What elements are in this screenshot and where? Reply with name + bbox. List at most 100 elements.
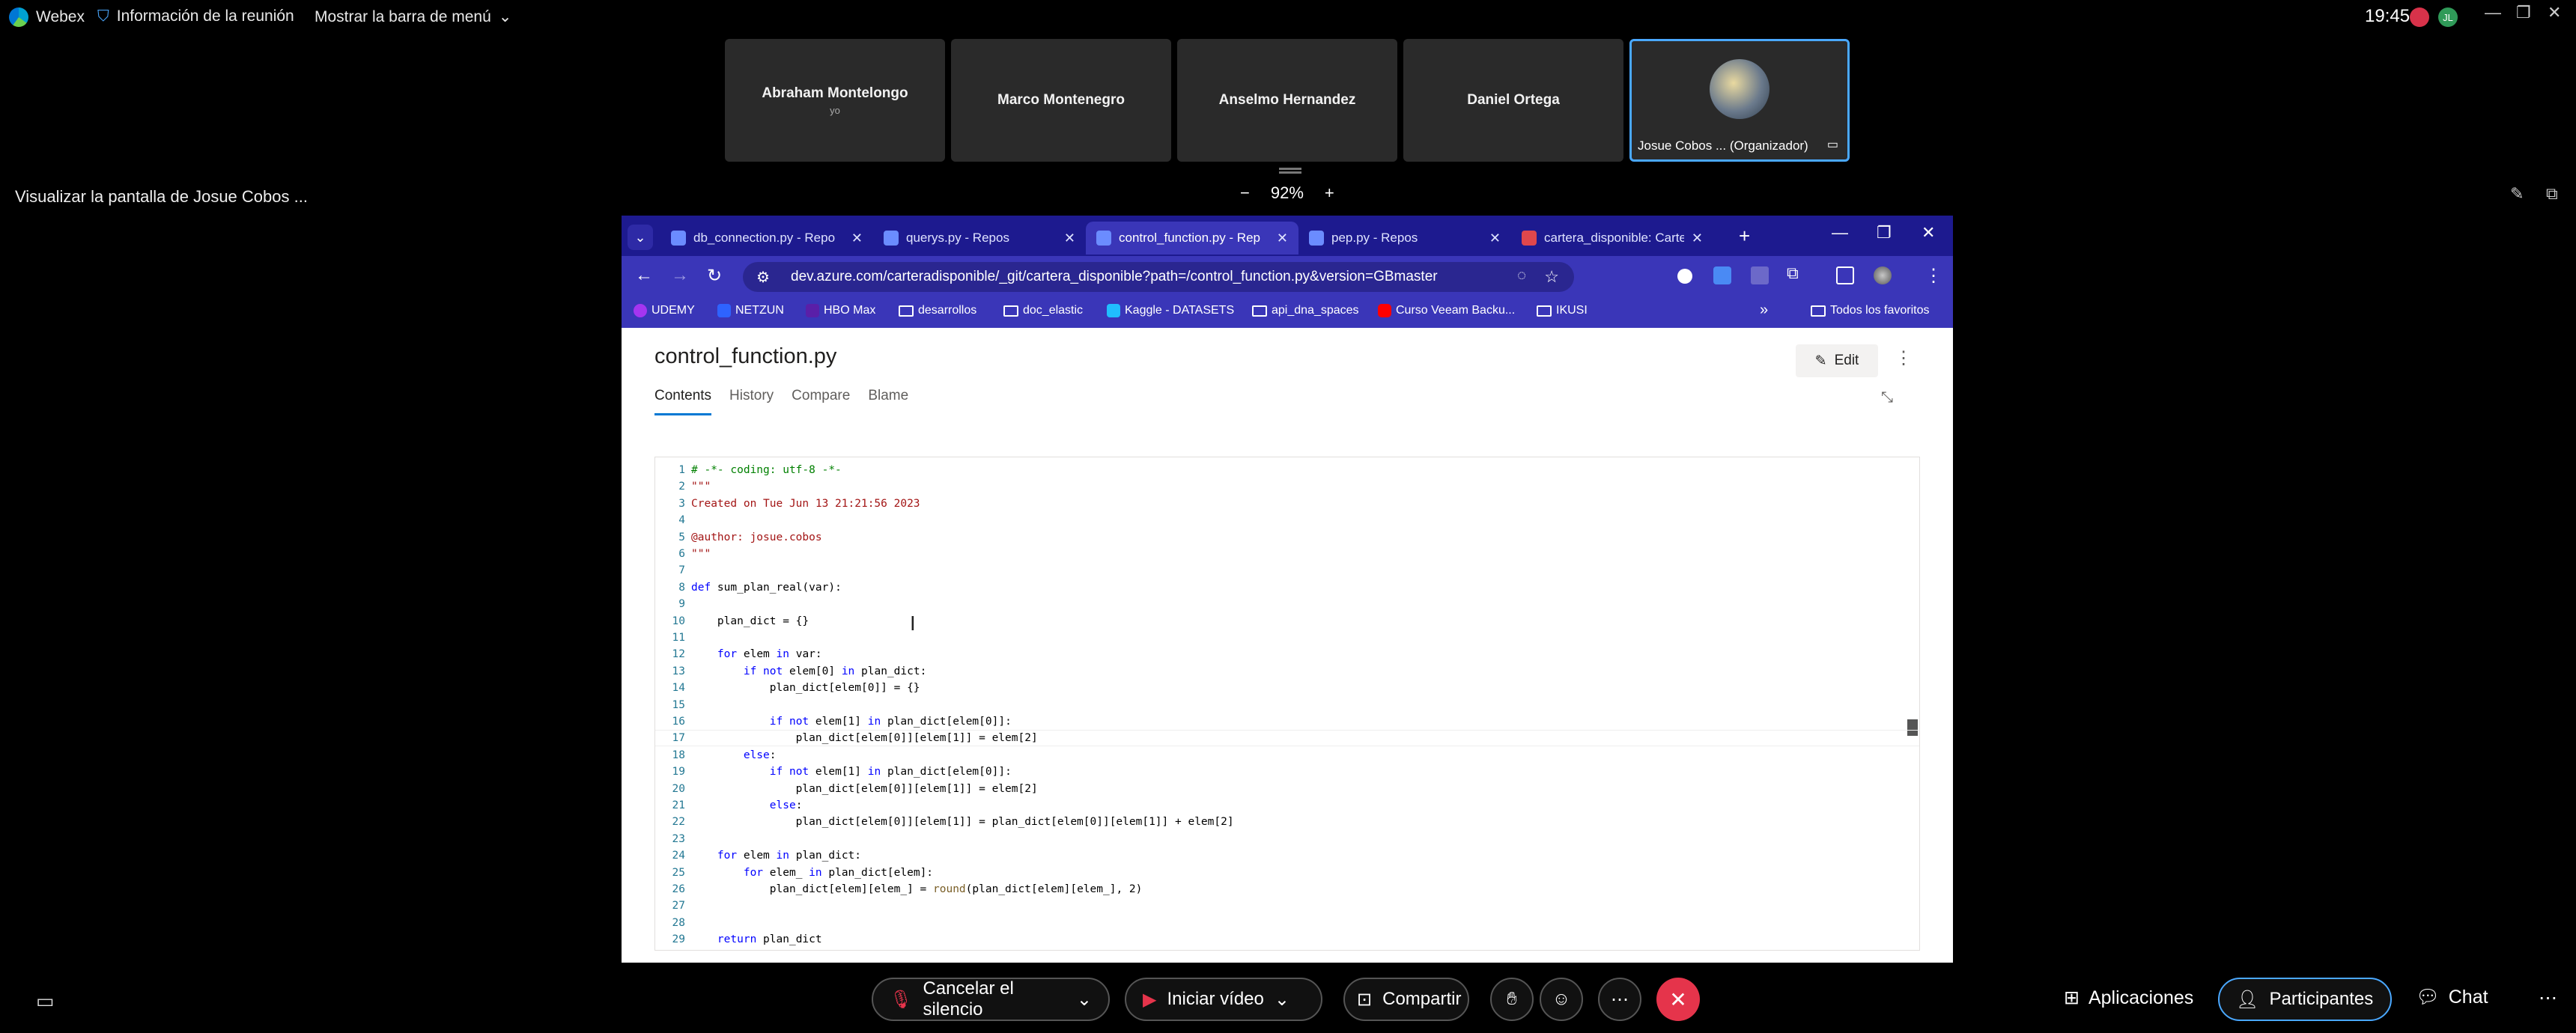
tab-contents[interactable]: Contents xyxy=(654,388,712,415)
captions-icon[interactable]: ▭ xyxy=(36,990,55,1013)
bookmark-folder[interactable]: doc_elastic xyxy=(1003,304,1083,317)
bookmark-star-icon[interactable]: ☆ xyxy=(1544,267,1559,287)
more-options-button[interactable]: ⋯ xyxy=(1598,978,1641,1021)
browser-tab[interactable]: querys.py - Repos ✕ xyxy=(873,222,1086,255)
code-line[interactable]: 12 for elem in var: xyxy=(655,646,1919,662)
reactions-button[interactable]: ☺ xyxy=(1540,978,1583,1021)
forward-button[interactable]: → xyxy=(671,265,689,286)
restore-window-button[interactable]: ❐ xyxy=(2516,3,2531,22)
participant-tile[interactable]: Abraham Montelongo yo xyxy=(725,39,945,162)
reader-extension-icon[interactable] xyxy=(1751,266,1769,284)
participant-tile[interactable]: Anselmo Hernandez xyxy=(1177,39,1397,162)
code-line[interactable]: 28 xyxy=(655,915,1919,931)
close-tab-icon[interactable]: ✕ xyxy=(1277,231,1288,246)
profile-avatar[interactable] xyxy=(1874,266,1892,284)
tab-history[interactable]: History xyxy=(729,388,774,415)
code-line[interactable]: 6 """ xyxy=(655,546,1919,562)
close-tab-icon[interactable]: ✕ xyxy=(1692,231,1703,246)
close-tab-icon[interactable]: ✕ xyxy=(1489,231,1501,246)
eye-off-icon[interactable]: ◌ xyxy=(1517,267,1526,284)
bookmark-item[interactable]: UDEMY xyxy=(634,304,695,317)
code-line[interactable]: 8 def sum_plan_real(var): xyxy=(655,579,1919,596)
all-favorites-folder[interactable]: Todos los favoritos xyxy=(1811,304,1930,317)
zoom-in-button[interactable]: + xyxy=(1325,183,1334,203)
code-line[interactable]: 22 plan_dict[elem[0]][elem[1]] = plan_di… xyxy=(655,814,1919,830)
code-line[interactable]: 4 xyxy=(655,512,1919,528)
back-button[interactable]: ← xyxy=(635,265,653,286)
tab-blame[interactable]: Blame xyxy=(868,388,908,415)
close-tab-icon[interactable]: ✕ xyxy=(1064,231,1075,246)
browser-close-button[interactable]: ✕ xyxy=(1922,223,1935,243)
code-line[interactable]: 23 xyxy=(655,831,1919,847)
meeting-info-button[interactable]: ⛉ Información de la reunión xyxy=(97,7,294,25)
code-line[interactable]: 13 if not elem[0] in plan_dict: xyxy=(655,663,1919,680)
code-line[interactable]: 1 # -*- coding: utf-8 -*- xyxy=(655,462,1919,478)
code-line[interactable]: 18 else: xyxy=(655,747,1919,764)
code-line[interactable]: 11 xyxy=(655,630,1919,646)
show-menu-bar-button[interactable]: Mostrar la barra de menú ⌄ xyxy=(315,7,511,26)
raise-hand-button[interactable]: ✋︎ xyxy=(1490,978,1534,1021)
browser-tab[interactable]: pep.py - Repos ✕ xyxy=(1298,222,1511,255)
bookmark-item[interactable]: HBO Max xyxy=(806,304,875,317)
popout-screen-icon[interactable]: ⧉ xyxy=(2546,184,2558,204)
close-window-button[interactable]: ✕ xyxy=(2548,3,2561,22)
code-line[interactable]: 21 else: xyxy=(655,797,1919,814)
address-bar[interactable]: ⚙ dev.azure.com/carteradisponible/_git/c… xyxy=(743,262,1574,292)
apps-button[interactable]: ⊞ Aplicaciones xyxy=(2064,987,2193,1009)
bookmark-folder[interactable]: IKUSI xyxy=(1537,304,1588,317)
end-call-button[interactable]: ✕ xyxy=(1656,978,1700,1021)
bookmark-item[interactable]: Curso Veeam Backu... xyxy=(1378,304,1515,317)
tab-compare[interactable]: Compare xyxy=(792,388,850,415)
code-line[interactable]: 14 plan_dict[elem[0]] = {} xyxy=(655,680,1919,696)
code-line[interactable]: 19 if not elem[1] in plan_dict[elem[0]]: xyxy=(655,764,1919,780)
browser-tab[interactable]: cartera_disponible: Carte ✕ xyxy=(1511,222,1713,255)
code-line[interactable]: 29 return plan_dict xyxy=(655,931,1919,948)
code-line[interactable]: 24 for elem in plan_dict: xyxy=(655,847,1919,864)
more-bookmarks-button[interactable]: » xyxy=(1760,302,1768,319)
translate-extension-icon[interactable] xyxy=(1713,266,1731,284)
participant-tile-active-speaker[interactable]: Josue Cobos ... (Organizador) ▭ xyxy=(1629,39,1850,162)
share-button[interactable]: ⊡ Compartir xyxy=(1343,978,1469,1021)
puzzle-extensions-icon[interactable]: ⧉ xyxy=(1787,263,1805,282)
code-line[interactable]: 26 plan_dict[elem][elem_] = round(plan_d… xyxy=(655,881,1919,898)
unmute-button[interactable]: 🎙︎ Cancelar el silencio ⌄ xyxy=(872,978,1110,1021)
bookmark-folder[interactable]: api_dna_spaces xyxy=(1252,304,1359,317)
code-line[interactable]: 10 plan_dict = {} xyxy=(655,613,1919,630)
code-line[interactable]: 7 xyxy=(655,562,1919,579)
chevron-down-icon[interactable]: ⌄ xyxy=(1077,989,1092,1011)
site-info-icon[interactable]: ⚙ xyxy=(756,268,770,287)
close-tab-icon[interactable]: ✕ xyxy=(851,231,863,246)
collapse-icon[interactable]: ⤡ xyxy=(1881,389,1893,406)
participant-tile[interactable]: Marco Montenegro xyxy=(951,39,1171,162)
edit-button[interactable]: ✎ Edit xyxy=(1796,344,1878,377)
tab-search-button[interactable]: ⌄ xyxy=(628,225,653,250)
code-line[interactable]: 20 plan_dict[elem[0]][elem[1]] = elem[2] xyxy=(655,781,1919,797)
user-avatar[interactable]: JL xyxy=(2438,7,2458,27)
minimize-window-button[interactable]: — xyxy=(2485,3,2501,22)
bookmark-item[interactable]: Kaggle - DATASETS xyxy=(1107,304,1234,317)
zoom-out-button[interactable]: − xyxy=(1240,183,1250,203)
annotate-icon[interactable]: ✎ xyxy=(2510,184,2524,204)
participant-tile[interactable]: Daniel Ortega xyxy=(1403,39,1623,162)
participants-button[interactable]: 👤︎ Participantes xyxy=(2218,978,2392,1021)
browser-menu-icon[interactable]: ⋮ xyxy=(1925,265,1942,287)
start-video-button[interactable]: ▶ Iniciar vídeo ⌄ xyxy=(1125,978,1322,1021)
reload-button[interactable]: ↻ xyxy=(707,265,722,287)
code-line[interactable]: 5 @author: josue.cobos xyxy=(655,529,1919,546)
extension-icon[interactable] xyxy=(1677,269,1692,284)
code-line[interactable]: 3 Created on Tue Jun 13 21:21:56 2023 xyxy=(655,496,1919,512)
side-panel-icon[interactable] xyxy=(1836,266,1854,284)
code-line[interactable]: 9 xyxy=(655,596,1919,612)
browser-tab[interactable]: db_connection.py - Repo ✕ xyxy=(660,222,873,255)
code-line[interactable]: 25 for elem_ in plan_dict[elem]: xyxy=(655,865,1919,881)
resize-handle[interactable] xyxy=(1279,168,1301,174)
code-line[interactable]: 15 xyxy=(655,697,1919,713)
new-tab-button[interactable]: + xyxy=(1739,225,1750,248)
browser-minimize-button[interactable]: — xyxy=(1832,223,1848,243)
browser-tab-active[interactable]: control_function.py - Rep ✕ xyxy=(1086,222,1298,255)
chat-button[interactable]: 💬︎ Chat xyxy=(2416,987,2488,1008)
code-line[interactable]: 27 xyxy=(655,898,1919,914)
code-line[interactable]: 16 if not elem[1] in plan_dict[elem[0]]: xyxy=(655,713,1919,730)
code-editor[interactable]: 1 # -*- coding: utf-8 -*- 2 """ 3 Created on … xyxy=(654,457,1920,951)
bookmark-item[interactable]: NETZUN xyxy=(717,304,784,317)
